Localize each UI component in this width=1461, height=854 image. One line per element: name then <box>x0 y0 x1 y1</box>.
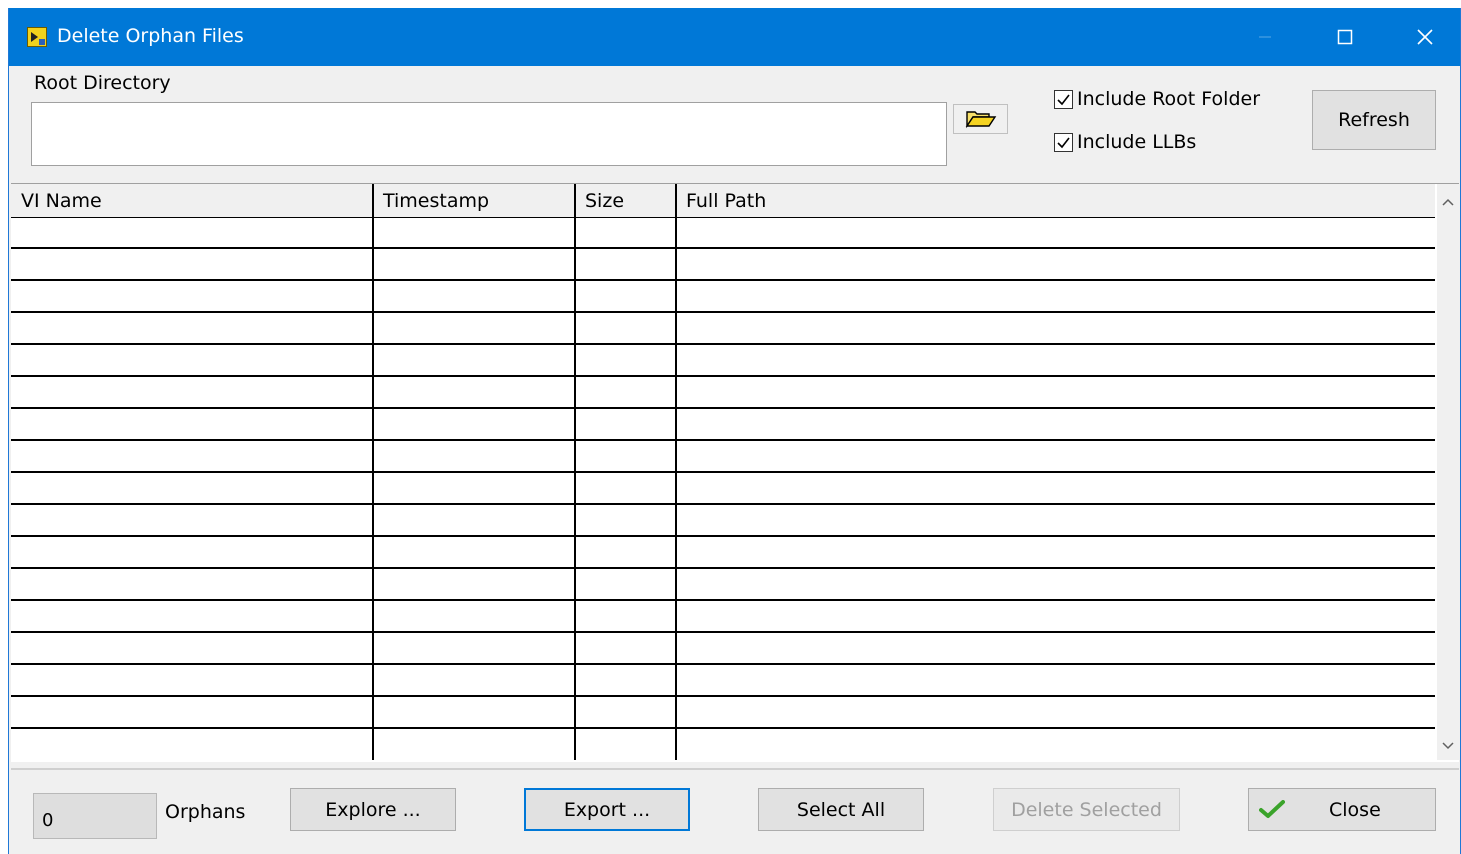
maximize-icon <box>1337 29 1353 45</box>
table-row[interactable] <box>11 537 1435 569</box>
table-row[interactable] <box>11 697 1435 729</box>
column-header-size[interactable]: Size <box>585 190 624 212</box>
include-root-folder-label: Include Root Folder <box>1077 88 1261 110</box>
checkmark-icon <box>1057 137 1070 148</box>
column-header-timestamp[interactable]: Timestamp <box>383 190 489 212</box>
chevron-up-icon <box>1442 198 1454 206</box>
dialog-window: Delete Orphan Files Root Directory Inclu… <box>8 8 1461 854</box>
table-row[interactable] <box>11 281 1435 313</box>
root-directory-label: Root Directory <box>34 72 171 94</box>
vertical-scrollbar[interactable] <box>1437 184 1459 760</box>
column-divider[interactable] <box>675 184 677 760</box>
table-row[interactable] <box>11 377 1435 409</box>
table-body[interactable] <box>11 217 1435 729</box>
window-title: Delete Orphan Files <box>57 25 244 47</box>
select-all-button[interactable]: Select All <box>758 788 924 831</box>
table-row[interactable] <box>11 441 1435 473</box>
table-row[interactable] <box>11 505 1435 537</box>
refresh-button[interactable]: Refresh <box>1312 90 1436 150</box>
browse-folder-button[interactable] <box>953 104 1008 134</box>
close-button[interactable]: Close <box>1248 788 1436 831</box>
column-header-full-path[interactable]: Full Path <box>686 190 766 212</box>
title-bar: Delete Orphan Files <box>9 8 1460 66</box>
checkmark-icon <box>1057 94 1070 105</box>
column-header-vi-name[interactable]: VI Name <box>21 190 102 212</box>
table-row[interactable] <box>11 569 1435 601</box>
orphan-count-field: 0 <box>33 793 157 839</box>
include-llbs-checkbox[interactable] <box>1054 132 1073 152</box>
scroll-up-button[interactable] <box>1437 188 1459 216</box>
export-button[interactable]: Export ... <box>524 788 690 831</box>
app-icon <box>27 27 47 47</box>
chevron-down-icon <box>1442 742 1454 750</box>
maximize-button[interactable] <box>1305 8 1385 66</box>
table-row[interactable] <box>11 409 1435 441</box>
table-row[interactable] <box>11 633 1435 665</box>
column-divider[interactable] <box>574 184 576 760</box>
minimize-button[interactable] <box>1225 8 1305 66</box>
orphans-table[interactable]: VI Name Timestamp Size Full Path <box>11 183 1459 762</box>
table-row[interactable] <box>11 601 1435 633</box>
divider <box>11 768 1459 770</box>
include-root-folder-option[interactable]: Include Root Folder <box>1054 88 1260 110</box>
table-row[interactable] <box>11 345 1435 377</box>
minimize-icon <box>1259 36 1271 38</box>
table-row[interactable] <box>11 217 1435 249</box>
include-root-folder-checkbox[interactable] <box>1054 89 1073 109</box>
close-window-button[interactable] <box>1385 8 1461 66</box>
table-row[interactable] <box>11 473 1435 505</box>
scroll-down-button[interactable] <box>1437 732 1459 760</box>
explore-button[interactable]: Explore ... <box>290 788 456 831</box>
close-icon <box>1417 29 1433 45</box>
include-llbs-option[interactable]: Include LLBs <box>1054 131 1196 153</box>
root-directory-input[interactable] <box>31 102 947 166</box>
column-divider[interactable] <box>372 184 374 760</box>
include-llbs-label: Include LLBs <box>1077 131 1197 153</box>
green-checkmark-icon <box>1259 799 1285 818</box>
table-row[interactable] <box>11 665 1435 697</box>
table-row[interactable] <box>11 249 1435 281</box>
orphans-label: Orphans <box>165 801 246 823</box>
delete-selected-button[interactable]: Delete Selected <box>993 788 1180 831</box>
folder-open-icon <box>965 111 996 129</box>
table-header: VI Name Timestamp Size Full Path <box>11 184 1435 218</box>
table-row[interactable] <box>11 313 1435 345</box>
close-button-label: Close <box>1329 798 1381 821</box>
